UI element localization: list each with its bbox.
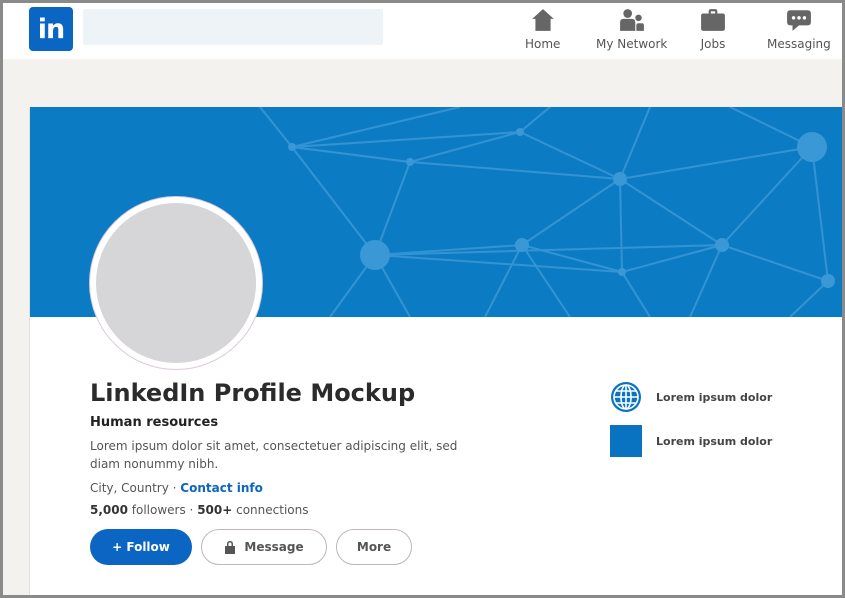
- square-icon: [610, 425, 642, 457]
- profile-stats: 5,000 followers · 500+ connections: [90, 503, 308, 517]
- location-separator: ·: [168, 481, 181, 495]
- connections-count: 500+: [197, 503, 233, 517]
- linkedin-logo[interactable]: in: [29, 7, 73, 51]
- globe-icon: [611, 382, 641, 412]
- follow-button[interactable]: + Follow: [90, 529, 192, 565]
- profile-location: City, Country: [90, 481, 169, 495]
- browser-frame: in Home My Network Jobs Messaging Linked…: [0, 0, 845, 598]
- connections-label: connections: [232, 503, 309, 517]
- home-icon: [531, 9, 554, 31]
- people-icon: [619, 9, 644, 31]
- profile-headline: Human resources: [90, 415, 219, 430]
- nav-label-home: Home: [525, 37, 561, 51]
- profile-card: LinkedIn Profile Mockup Human resources …: [29, 107, 842, 595]
- search-input[interactable]: [83, 9, 383, 45]
- chat-icon: [786, 10, 811, 31]
- nav-item-jobs[interactable]: Jobs: [700, 7, 726, 55]
- contact-info-link[interactable]: Contact info: [180, 481, 263, 495]
- side-item-label: Lorem ipsum dolor: [656, 434, 773, 448]
- side-item-label: Lorem ipsum dolor: [656, 390, 773, 404]
- logo-text: in: [37, 13, 66, 45]
- followers-label: followers ·: [127, 503, 198, 517]
- message-label: Message: [244, 540, 304, 554]
- lock-icon: [225, 541, 236, 554]
- more-label: More: [356, 540, 392, 554]
- nav-item-messaging[interactable]: Messaging: [767, 7, 831, 55]
- briefcase-icon: [701, 9, 725, 31]
- profile-name: LinkedIn Profile Mockup: [90, 379, 416, 407]
- nav-item-my-network[interactable]: My Network: [596, 7, 667, 55]
- profile-location-line: City, Country · Contact info: [90, 481, 263, 495]
- profile-about: Lorem ipsum dolor sit amet, consectetuer…: [90, 439, 458, 471]
- nav-label-jobs: Jobs: [700, 37, 726, 51]
- followers-count: 5,000: [90, 503, 128, 517]
- more-button[interactable]: More: [336, 529, 412, 565]
- profile-avatar[interactable]: [90, 197, 262, 369]
- nav-label-messaging: Messaging: [767, 37, 831, 51]
- message-button[interactable]: Message: [201, 529, 327, 565]
- nav-label-my-network: My Network: [596, 37, 668, 51]
- top-navigation-bar: in Home My Network Jobs Messaging: [3, 3, 842, 59]
- side-item-company[interactable]: Lorem ipsum dolor: [610, 425, 772, 457]
- follow-label: + Follow: [112, 540, 170, 554]
- nav-item-home[interactable]: Home: [525, 7, 560, 55]
- side-item-website[interactable]: Lorem ipsum dolor: [610, 381, 772, 413]
